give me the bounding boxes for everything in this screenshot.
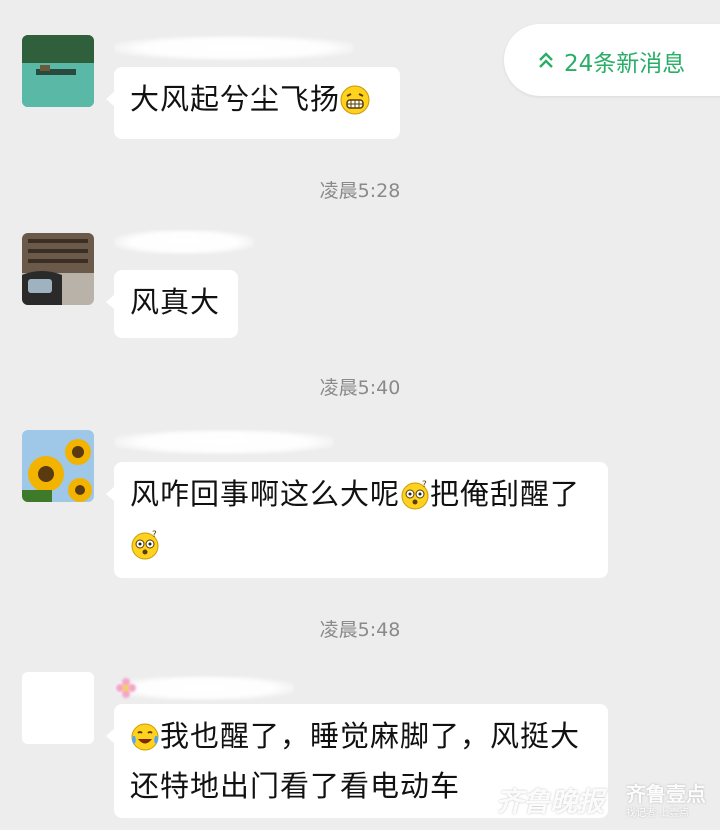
message-bubble[interactable]: 大风起兮尘飞扬 (106, 67, 400, 139)
svg-text:?: ? (422, 480, 428, 490)
building-car-avatar-icon (22, 233, 94, 305)
sunflower-avatar-icon (22, 430, 94, 502)
tears-of-joy-icon (130, 720, 160, 764)
sender-name-blurred (114, 36, 354, 60)
avatar[interactable] (22, 35, 94, 107)
message-bubble[interactable]: 风咋回事啊这么大呢 ? 把俺刮醒了 ? (106, 462, 608, 578)
timestamp: 凌晨5:48 (319, 619, 401, 641)
avatar[interactable] (22, 672, 94, 744)
blank-avatar-icon (22, 672, 94, 744)
timestamp: 凌晨5:40 (319, 377, 401, 399)
flower-icon (116, 678, 136, 698)
sender-name-blurred (114, 230, 254, 254)
dizzy-face-icon: ? (400, 478, 430, 522)
watermark-logo-left: 齐鲁晚报 (496, 787, 604, 818)
message-bubble[interactable]: 风真大 (106, 270, 238, 338)
message-text: 大风起兮尘飞扬 (130, 82, 341, 116)
message-text: 风咋回事啊这么大呢 (130, 477, 401, 511)
message-text: 把俺刮醒了 (430, 477, 581, 511)
double-chevron-up-icon (539, 52, 553, 68)
message-text: 风真大 (130, 285, 221, 319)
landscape-avatar-icon (22, 35, 94, 107)
message-text: 我也醒了，睡觉麻脚了，风挺大 (160, 719, 581, 753)
grin-emoji-icon (340, 83, 370, 127)
new-messages-label: 24条新消息 (564, 51, 686, 77)
avatar[interactable] (22, 430, 94, 502)
svg-text:?: ? (152, 530, 158, 540)
dizzy-face-icon: ? (130, 528, 160, 572)
sender-name-blurred (114, 430, 334, 454)
watermark-subtitle: 找记者·上壹点 (626, 808, 690, 819)
sender-name-blurred (114, 676, 294, 700)
timestamp: 凌晨5:28 (319, 180, 401, 202)
watermark-logo-right: 齐鲁壹点 (626, 782, 706, 806)
avatar[interactable] (22, 233, 94, 305)
new-messages-button[interactable]: 24条新消息 (504, 24, 720, 96)
watermark: 齐鲁晚报 齐鲁壹点 找记者·上壹点 (496, 774, 720, 826)
